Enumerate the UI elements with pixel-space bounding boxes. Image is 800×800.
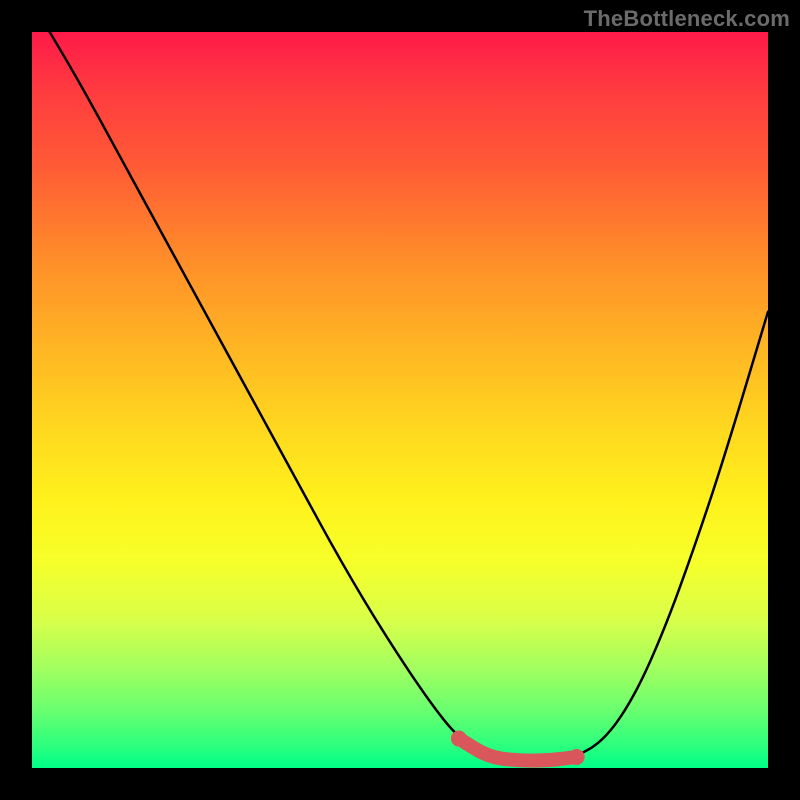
watermark-text: TheBottleneck.com [584,6,790,32]
plot-area [32,32,768,768]
optimal-region-marker [32,32,768,768]
chart-frame: TheBottleneck.com [0,0,800,800]
